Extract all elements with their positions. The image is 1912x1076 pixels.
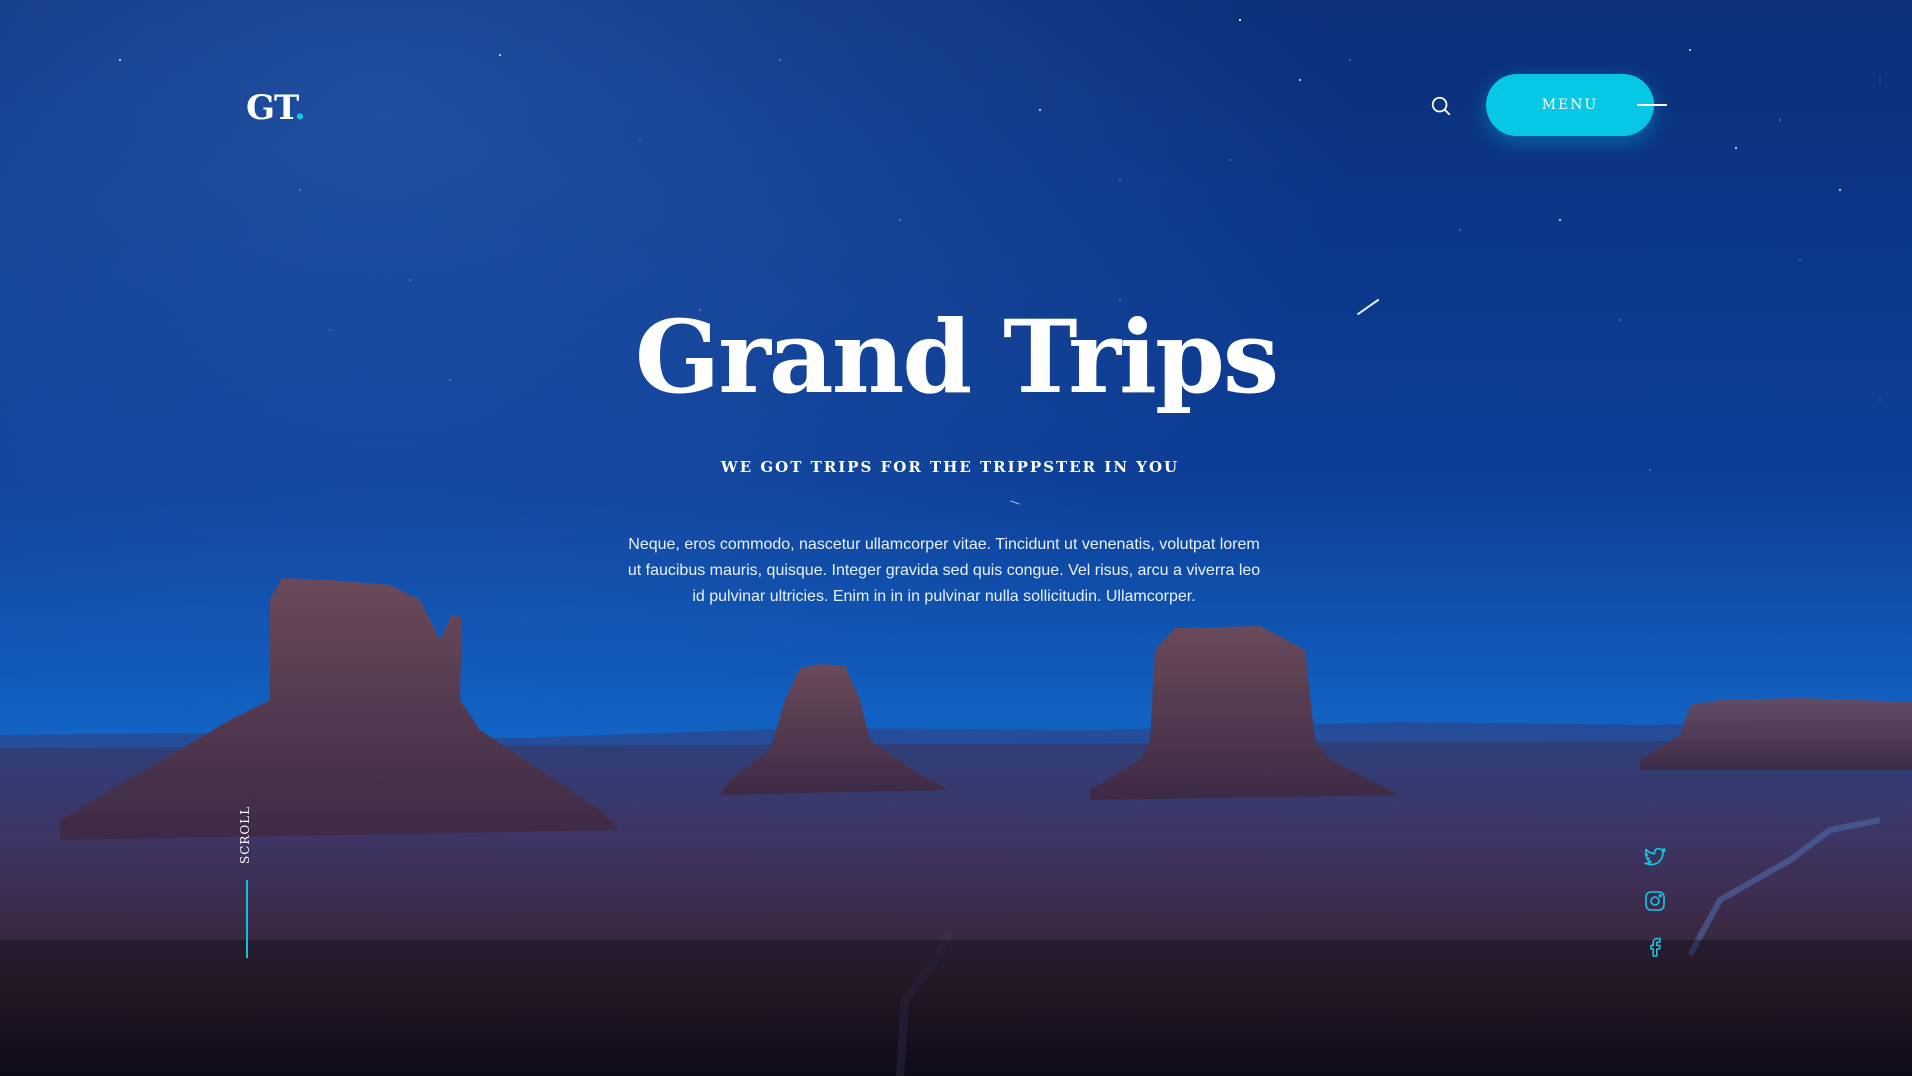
page-title: Grand Trips	[634, 298, 1279, 416]
instagram-icon	[1645, 891, 1665, 911]
scroll-indicator-line	[246, 880, 248, 958]
menu-button[interactable]: MENU	[1486, 74, 1654, 136]
scroll-label[interactable]: SCROLL	[238, 806, 252, 864]
logo[interactable]: GT.	[246, 88, 306, 128]
search-button[interactable]	[1428, 93, 1454, 119]
logo-text: GT	[246, 88, 295, 128]
instagram-link[interactable]	[1642, 888, 1668, 914]
page-subtitle: WE GOT TRIPS FOR THE TRIPPSTER IN YOU	[720, 458, 1180, 476]
search-icon	[1431, 96, 1451, 116]
hero-description: Neque, eros commodo, nascetur ullamcorpe…	[627, 536, 1261, 605]
logo-dot: .	[293, 88, 306, 128]
facebook-icon	[1650, 937, 1661, 957]
menu-icon	[1637, 104, 1667, 106]
twitter-icon	[1644, 847, 1666, 866]
menu-label: MENU	[1541, 97, 1599, 113]
facebook-link[interactable]	[1642, 934, 1668, 960]
twitter-link[interactable]	[1642, 844, 1668, 870]
